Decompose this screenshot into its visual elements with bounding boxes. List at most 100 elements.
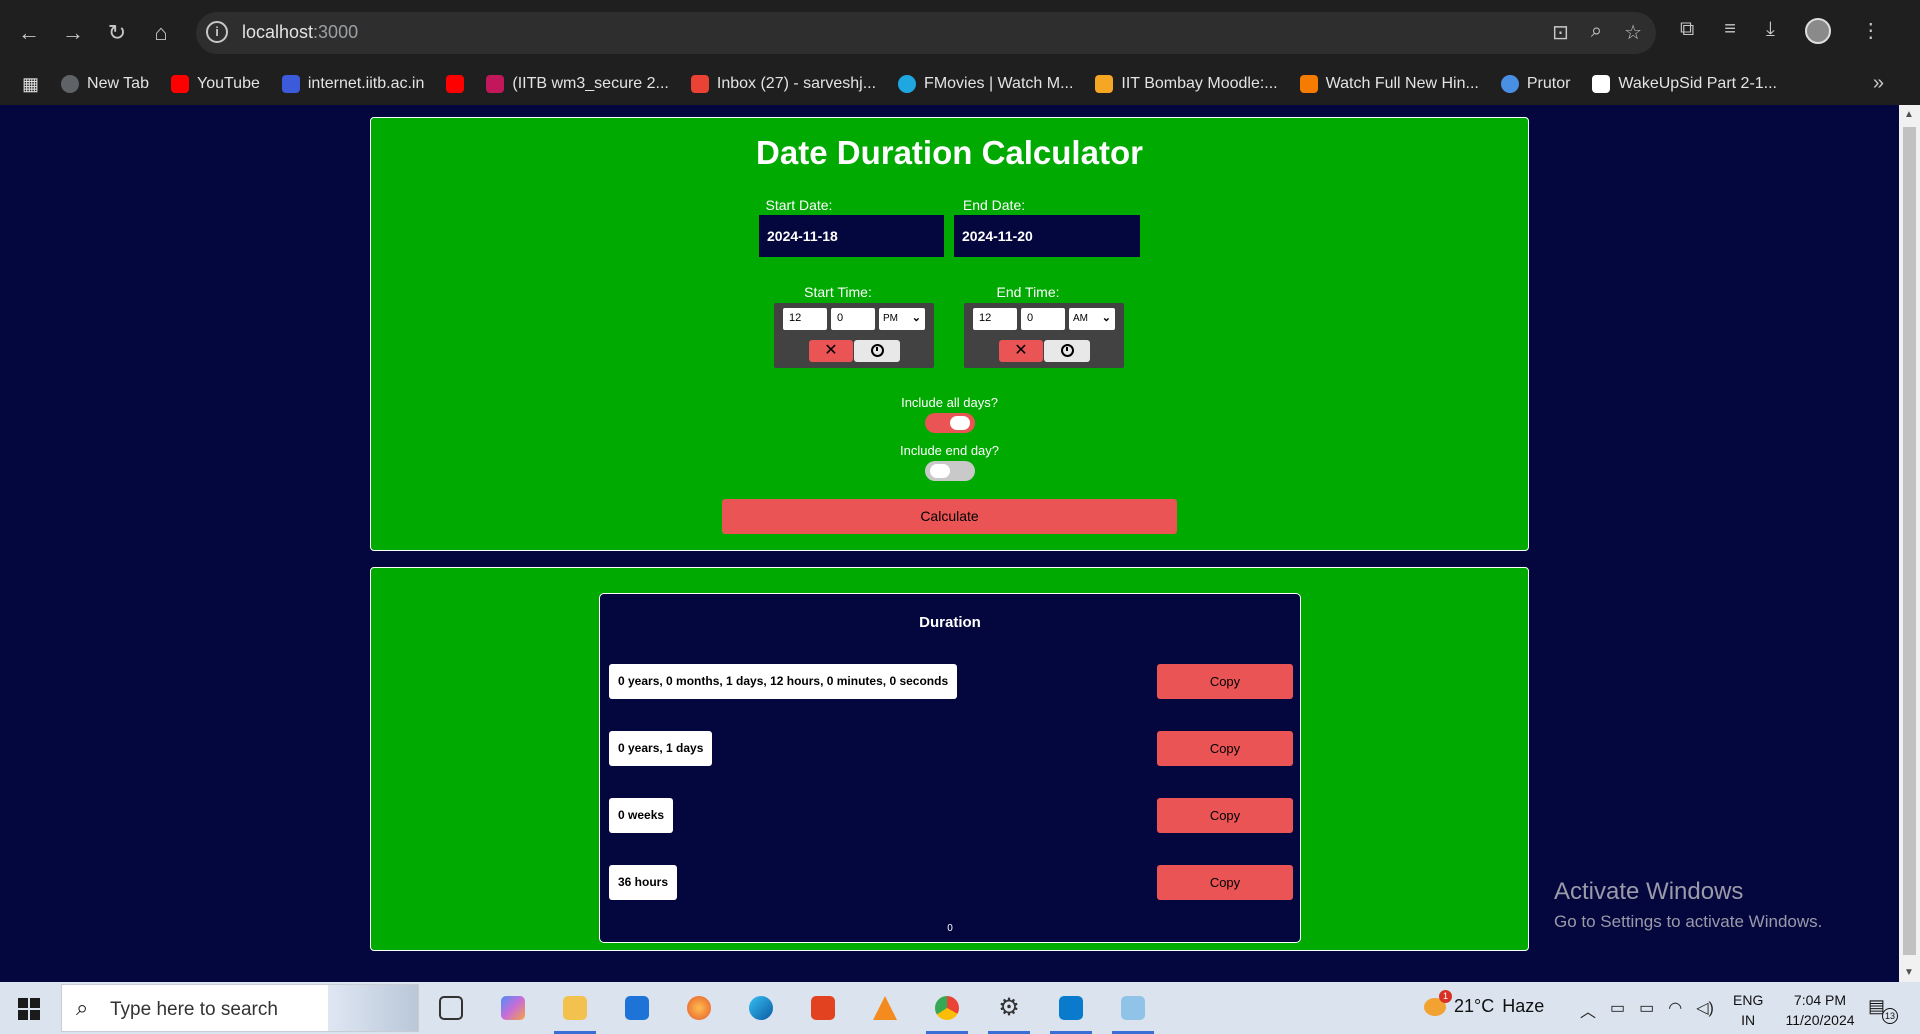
close-icon: ✕	[824, 342, 838, 359]
clock-icon	[870, 344, 884, 358]
bookmark-star-icon[interactable]: ☆	[1624, 20, 1642, 45]
forward-icon[interactable]: →	[58, 18, 88, 48]
include-all-days-toggle[interactable]	[925, 413, 975, 433]
bookmark-label: FMovies | Watch M...	[924, 75, 1074, 92]
watermark-subtitle: Go to Settings to activate Windows.	[1554, 912, 1823, 931]
bookmark-item[interactable]: Watch Full New Hin...	[1299, 75, 1479, 93]
bookmarks-bar: ▦ New Tab YouTube internet.iitb.ac.in (I…	[0, 63, 1920, 105]
scroll-down-icon[interactable]: ▼	[1904, 967, 1914, 978]
bookmark-label: IIT Bombay Moodle:...	[1121, 75, 1278, 92]
start-minute-input[interactable]: 0	[831, 308, 875, 330]
end-time-label: End Time:	[996, 284, 1060, 300]
bookmark-item[interactable]: FMovies | Watch M...	[898, 75, 1073, 93]
chevron-up-icon[interactable]: ︿	[1580, 998, 1596, 1022]
bookmark-item[interactable]: YouTube	[170, 75, 260, 93]
mail-icon[interactable]	[616, 988, 658, 1028]
close-icon: ✕	[1014, 342, 1028, 359]
url-port: :3000	[313, 22, 359, 42]
install-app-icon[interactable]: ⊡	[1552, 20, 1569, 45]
clear-end-time-button[interactable]: ✕	[999, 340, 1043, 362]
firefox-icon[interactable]	[678, 988, 720, 1028]
start-hour-input[interactable]: 12	[783, 308, 827, 330]
site-info-icon[interactable]: i	[206, 21, 228, 43]
chrome-icon[interactable]	[926, 988, 968, 1034]
office-icon[interactable]	[802, 988, 844, 1028]
home-icon[interactable]: ⌂	[146, 18, 176, 48]
battery-icon[interactable]: ▭	[1639, 998, 1654, 1022]
copy-button[interactable]: Copy	[1157, 731, 1293, 766]
start-ampm-select[interactable]: PM ⌄	[879, 308, 925, 330]
weather-widget[interactable]: 1 21°C Haze	[1424, 989, 1544, 1017]
end-clock-button[interactable]	[1044, 340, 1090, 362]
notepad-icon[interactable]	[1112, 988, 1154, 1034]
end-hour-input[interactable]: 12	[973, 308, 1017, 330]
copilot-icon[interactable]	[492, 988, 534, 1028]
bookmark-item[interactable]	[446, 75, 465, 93]
end-ampm-select[interactable]: AM ⌄	[1069, 308, 1115, 330]
wifi-icon[interactable]: ◠	[1668, 998, 1682, 1022]
bookmark-item[interactable]: WakeUpSid Part 2-1...	[1592, 75, 1777, 93]
language-indicator[interactable]: ENG IN	[1733, 990, 1763, 1030]
url-host: localhost	[242, 22, 314, 42]
zoom-icon[interactable]: ⌕	[1591, 20, 1602, 45]
page-title: Date Duration Calculator	[756, 134, 1143, 171]
scrollbar-thumb[interactable]	[1903, 127, 1916, 955]
end-date-input[interactable]: 2024-11-20	[954, 215, 1140, 257]
back-icon[interactable]: ←	[14, 18, 44, 48]
windows-start-icon[interactable]	[18, 998, 40, 1020]
url-text[interactable]: localhost:3000	[242, 22, 358, 43]
end-minute-input[interactable]: 0	[1021, 308, 1065, 330]
bookmark-item[interactable]: Prutor	[1500, 75, 1570, 93]
download-icon[interactable]: ⤓	[1766, 18, 1775, 44]
chevron-down-icon: ⌄	[1101, 312, 1111, 324]
windows-taskbar: ⌕ Type here to search ⚙ 1 21°C Haze ︿ ▭ …	[0, 982, 1920, 1034]
globe-icon	[61, 75, 80, 93]
address-bar[interactable]: i localhost:3000 ⊡ ⌕ ☆	[196, 12, 1656, 54]
settings-gear-icon[interactable]: ⚙	[988, 988, 1030, 1034]
bookmark-item[interactable]: (IITB wm3_secure 2...	[486, 75, 669, 93]
meet-icon[interactable]: ▭	[1610, 998, 1625, 1022]
bookmark-item[interactable]: Inbox (27) - sarveshj...	[690, 75, 876, 93]
menu-icon[interactable]: ⋮	[1861, 18, 1881, 44]
d-icon	[1592, 75, 1611, 93]
bookmark-label: YouTube	[196, 75, 260, 92]
bookmark-item[interactable]: IIT Bombay Moodle:...	[1095, 75, 1278, 93]
page-scrollbar[interactable]: ▲ ▼	[1899, 105, 1920, 982]
blogger-icon	[1299, 75, 1318, 93]
extensions-icon[interactable]: ⧉	[1680, 18, 1694, 44]
end-time-picker: 12 0 AM ⌄ ✕	[964, 303, 1124, 368]
vscode-icon[interactable]	[1050, 988, 1092, 1034]
duration-full-value: 0 years, 0 months, 1 days, 12 hours, 0 m…	[609, 664, 958, 699]
apps-icon[interactable]: ▦	[22, 74, 39, 95]
end-ampm-value: AM	[1073, 313, 1088, 324]
edge-icon[interactable]	[740, 988, 782, 1028]
search-icon: ⌕	[76, 995, 89, 1020]
more-bookmarks-icon[interactable]: »	[1873, 72, 1884, 95]
bookmark-item[interactable]: internet.iitb.ac.in	[281, 75, 424, 93]
clear-start-time-button[interactable]: ✕	[809, 340, 853, 362]
volume-icon[interactable]: ◁)	[1696, 998, 1714, 1022]
bookmark-label: Watch Full New Hin...	[1325, 75, 1479, 92]
scroll-up-icon[interactable]: ▲	[1904, 109, 1914, 120]
start-clock-button[interactable]	[854, 340, 900, 362]
start-date-label: Start Date:	[765, 197, 833, 213]
include-all-days-label: Include all days?	[901, 395, 998, 410]
media-control-icon[interactable]: ≡	[1724, 18, 1736, 44]
start-date-input[interactable]: 2024-11-18	[759, 215, 944, 257]
calculate-button[interactable]: Calculate	[722, 499, 1177, 534]
copy-button[interactable]: Copy	[1157, 798, 1293, 833]
taskbar-search-box[interactable]: ⌕ Type here to search	[61, 984, 419, 1032]
vlc-icon[interactable]	[864, 988, 906, 1028]
file-explorer-icon[interactable]	[554, 988, 596, 1034]
start-time-label: Start Time:	[804, 284, 872, 300]
copy-button[interactable]: Copy	[1157, 664, 1293, 699]
clock-date: 11/20/2024	[1785, 1012, 1855, 1028]
profile-avatar[interactable]	[1804, 18, 1831, 44]
notification-center-icon[interactable]: ▤ 13	[1868, 996, 1898, 1024]
taskbar-clock[interactable]: 7:04 PM 11/20/2024	[1775, 990, 1865, 1030]
task-view-icon[interactable]	[430, 988, 472, 1028]
include-end-day-toggle[interactable]	[925, 461, 975, 481]
bookmark-item[interactable]: New Tab	[61, 75, 149, 93]
copy-button[interactable]: Copy	[1157, 865, 1293, 900]
reload-icon[interactable]: ↻	[102, 18, 132, 48]
